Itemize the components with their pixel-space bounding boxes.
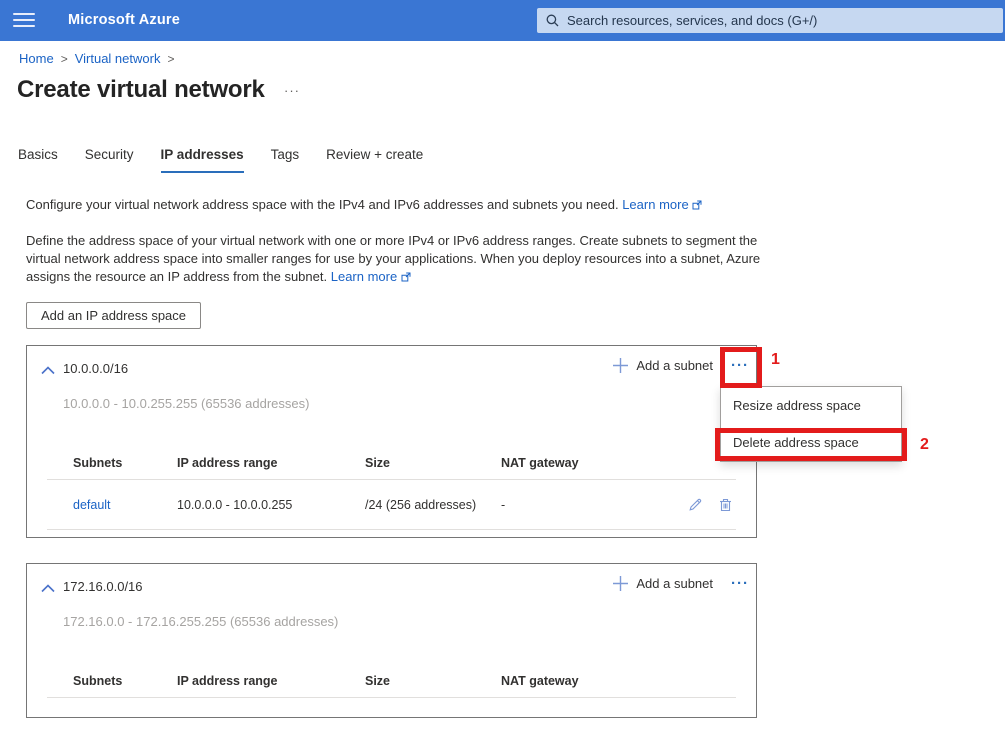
tab-review-create[interactable]: Review + create <box>326 147 423 173</box>
edit-pencil-icon[interactable] <box>688 498 702 512</box>
intro-text-1: Configure your virtual network address s… <box>26 197 619 212</box>
wizard-tabs: Basics Security IP addresses Tags Review… <box>18 147 423 173</box>
tab-tags[interactable]: Tags <box>271 147 300 173</box>
search-icon <box>546 14 559 27</box>
add-subnet-label: Add a subnet <box>636 358 713 373</box>
intro-paragraph-2: Define the address space of your virtual… <box>26 232 768 286</box>
column-header-ip-range: IP address range <box>177 456 365 470</box>
annotation-label-step2: 2 <box>920 436 929 454</box>
global-search-box[interactable] <box>537 8 1003 33</box>
subnet-default-link[interactable]: default <box>73 498 111 512</box>
breadcrumb-separator: > <box>61 52 68 66</box>
subnet-table: Subnets IP address range Size NAT gatewa… <box>27 664 756 698</box>
title-ellipsis-icon[interactable]: ··· <box>284 83 300 98</box>
table-divider <box>47 697 736 698</box>
breadcrumb-home-link[interactable]: Home <box>19 51 54 66</box>
breadcrumb: Home > Virtual network > <box>19 51 181 66</box>
intro-paragraph-1: Configure your virtual network address s… <box>26 196 768 214</box>
plus-icon <box>613 576 628 591</box>
annotation-label-step1: 1 <box>771 351 780 369</box>
address-space-card-172-16-0-0: 172.16.0.0/16 Add a subnet ··· 172.16.0.… <box>26 563 757 718</box>
collapse-chevron-up-icon[interactable] <box>41 362 55 380</box>
column-header-ip-range: IP address range <box>177 674 365 688</box>
page-title: Create virtual network <box>17 76 265 104</box>
learn-more-link-2[interactable]: Learn more <box>331 269 411 284</box>
address-space-cidr: 172.16.0.0/16 <box>63 579 143 594</box>
address-space-range: 172.16.0.0 - 172.16.255.255 (65536 addre… <box>63 614 338 629</box>
collapse-chevron-up-icon[interactable] <box>41 580 55 598</box>
create-virtual-network-page: Microsoft Azure Home > Virtual network > Cr… <box>0 0 1005 729</box>
add-subnet-button[interactable]: Add a subnet <box>613 576 713 591</box>
column-header-nat-gateway: NAT gateway <box>501 674 756 688</box>
table-row: default 10.0.0.0 - 10.0.0.255 /24 (256 a… <box>27 480 756 529</box>
subnet-table: Subnets IP address range Size NAT gatewa… <box>27 446 756 530</box>
annotation-box-step1 <box>720 347 762 388</box>
add-subnet-label: Add a subnet <box>636 576 713 591</box>
row-actions <box>688 498 756 512</box>
column-header-size: Size <box>365 456 501 470</box>
tab-ip-addresses[interactable]: IP addresses <box>161 147 244 173</box>
breadcrumb-separator: > <box>167 52 174 66</box>
table-divider <box>47 529 736 530</box>
column-header-subnets: Subnets <box>73 456 177 470</box>
add-subnet-button[interactable]: Add a subnet <box>613 358 713 373</box>
annotation-box-step2 <box>715 428 907 461</box>
card-controls: Add a subnet ··· <box>613 576 749 591</box>
menu-item-resize-address-space[interactable]: Resize address space <box>721 387 901 424</box>
subnet-nat-gateway: - <box>501 498 505 512</box>
external-link-icon <box>692 200 702 210</box>
add-ip-address-space-button[interactable]: Add an IP address space <box>26 302 201 329</box>
learn-more-link-1[interactable]: Learn more <box>622 197 702 212</box>
address-space-card-10-0-0-0: 10.0.0.0/16 Add a subnet ··· 10.0.0.0 - … <box>26 345 757 538</box>
tab-security[interactable]: Security <box>85 147 134 173</box>
subnet-table-header: Subnets IP address range Size NAT gatewa… <box>27 664 756 697</box>
delete-trash-icon[interactable] <box>719 498 732 512</box>
hamburger-menu-icon[interactable] <box>13 13 35 28</box>
address-space-cidr: 10.0.0.0/16 <box>63 361 128 376</box>
microsoft-azure-brand[interactable]: Microsoft Azure <box>68 12 180 28</box>
address-space-range: 10.0.0.0 - 10.0.255.255 (65536 addresses… <box>63 396 309 411</box>
azure-top-bar: Microsoft Azure <box>0 0 1005 41</box>
tab-basics[interactable]: Basics <box>18 147 58 173</box>
column-header-size: Size <box>365 674 501 688</box>
subnet-table-header: Subnets IP address range Size NAT gatewa… <box>27 446 756 479</box>
address-space-more-menu-icon[interactable]: ··· <box>731 578 749 590</box>
column-header-subnets: Subnets <box>73 674 177 688</box>
external-link-icon <box>401 272 411 282</box>
plus-icon <box>613 358 628 373</box>
subnet-size: /24 (256 addresses) <box>365 498 501 512</box>
breadcrumb-virtual-network-link[interactable]: Virtual network <box>75 51 161 66</box>
subnet-ip-range: 10.0.0.0 - 10.0.0.255 <box>177 498 365 512</box>
search-input[interactable] <box>567 13 994 28</box>
